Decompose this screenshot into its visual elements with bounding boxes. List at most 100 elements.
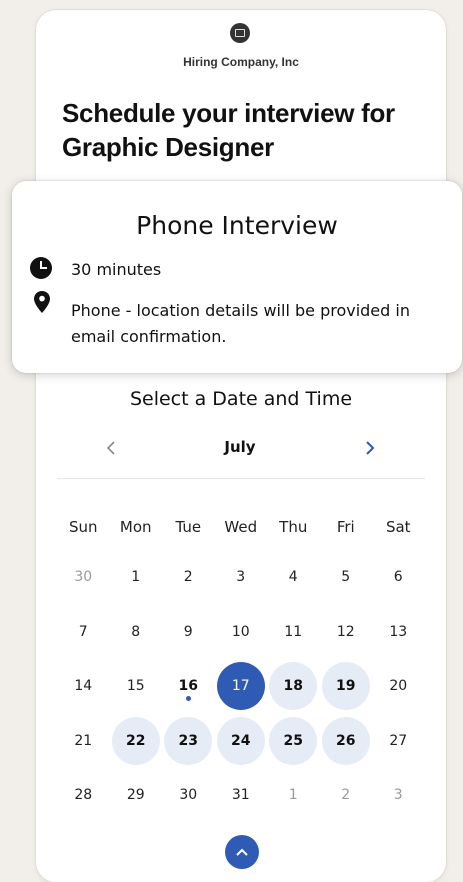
calendar-day: 12: [336, 623, 355, 640]
calendar-day: 13: [389, 623, 408, 640]
available-date[interactable]: 22: [111, 716, 160, 765]
today-date: 16: [178, 678, 198, 695]
calendar-day: 2: [183, 569, 193, 586]
calendar-day: 4: [288, 569, 298, 586]
event-duration: 30 minutes: [71, 260, 162, 279]
calendar-day: 10: [231, 623, 250, 640]
available-date[interactable]: 25: [269, 716, 318, 765]
next-month-button[interactable]: [358, 436, 382, 460]
month-label: July: [224, 438, 256, 456]
calendar-week: 30 1 2 3 4 5 6: [57, 550, 425, 605]
calendar-cell: 30: [162, 768, 215, 823]
weekday-label: Fri: [336, 518, 355, 536]
calendar-cell: 22: [110, 714, 163, 769]
available-date[interactable]: 18: [269, 662, 318, 711]
calendar-cell: 16: [162, 659, 215, 714]
clock-icon: [30, 257, 52, 279]
calendar-day: 3: [393, 787, 403, 804]
calendar-day: 1: [288, 787, 298, 804]
calendar-week: 7 8 9 10 11 12 13: [57, 605, 425, 660]
calendar-week: 21 22 23 24 25 26 27: [57, 714, 425, 769]
building-icon: [230, 23, 250, 43]
calendar-cell: 7: [57, 605, 110, 660]
chevron-left-icon: [106, 441, 115, 455]
calendar-cell: 17: [215, 659, 268, 714]
calendar-day: 31: [231, 787, 250, 804]
calendar-week: 14 15 16 17 18 19 20: [57, 659, 425, 714]
calendar-cell: 2: [162, 550, 215, 605]
calendar-week: 28 29 30 31 1 2 3: [57, 768, 425, 823]
weekday-label: Wed: [224, 518, 258, 536]
calendar-cell: 10: [215, 605, 268, 660]
event-location: Phone - location details will be provide…: [71, 301, 410, 346]
calendar-cell: 30: [57, 550, 110, 605]
available-date[interactable]: 23: [164, 716, 213, 765]
calendar-day: 7: [78, 623, 88, 640]
calendar-cell: 25: [267, 714, 320, 769]
calendar-day: 20: [389, 678, 408, 695]
calendar-cell: 19: [320, 659, 373, 714]
weekday-header: Sun Mon Tue Wed Thu Fri Sat: [57, 518, 425, 536]
selected-date[interactable]: 17: [216, 662, 265, 711]
calendar-day: 30: [74, 569, 93, 586]
calendar-day: 5: [341, 569, 351, 586]
event-title: Phone Interview: [136, 211, 338, 240]
previous-month-button[interactable]: [99, 436, 123, 460]
calendar-day: 27: [389, 732, 408, 749]
calendar-cell: 31: [215, 768, 268, 823]
weekday-label: Thu: [279, 518, 308, 536]
calendar-cell: 5: [320, 550, 373, 605]
calendar-cell: 29: [110, 768, 163, 823]
company-name: Hiring Company, Inc: [183, 55, 299, 69]
calendar-cell: 18: [267, 659, 320, 714]
calendar-cell: 24: [215, 714, 268, 769]
calendar-day: 9: [183, 623, 193, 640]
calendar-cell: 2: [320, 768, 373, 823]
available-date[interactable]: 26: [321, 716, 370, 765]
calendar-cell: 21: [57, 714, 110, 769]
calendar-cell: 15: [110, 659, 163, 714]
chevron-right-icon: [366, 441, 375, 455]
today-indicator-dot: [185, 696, 191, 701]
calendar-day: 6: [393, 569, 403, 586]
calendar-cell: 26: [320, 714, 373, 769]
chevron-up-icon: [236, 848, 248, 856]
calendar-cell: 8: [110, 605, 163, 660]
weekday-label: Mon: [119, 518, 152, 536]
calendar-cell: 28: [57, 768, 110, 823]
weekday-label: Tue: [175, 518, 202, 536]
calendar-day: 8: [131, 623, 141, 640]
weekday-label: Sun: [68, 518, 98, 536]
calendar-cell: 14: [57, 659, 110, 714]
weekday-label: Sat: [385, 518, 411, 536]
calendar-day: 30: [179, 787, 198, 804]
calendar-day: 28: [74, 787, 93, 804]
location-pin-icon: [34, 291, 50, 313]
calendar-cell: 1: [267, 768, 320, 823]
calendar-day: 21: [74, 732, 93, 749]
calendar-cell: 9: [162, 605, 215, 660]
calendar-day: 11: [284, 623, 303, 640]
calendar-cell: 3: [372, 768, 425, 823]
calendar-cell: 13: [372, 605, 425, 660]
calendar-day: 3: [236, 569, 246, 586]
calendar-cell: 27: [372, 714, 425, 769]
calendar-cell: 12: [320, 605, 373, 660]
collapse-button[interactable]: [225, 835, 259, 869]
calendar-title: Select a Date and Time: [129, 388, 353, 410]
page-title: Schedule your interview for Graphic Desi…: [62, 98, 395, 162]
event-details-card: Phone Interview 30 minutes Phone - locat…: [12, 181, 462, 373]
calendar-cell: 23: [162, 714, 215, 769]
calendar-cell: 1: [110, 550, 163, 605]
calendar-day: 29: [126, 787, 145, 804]
calendar-cell: 20: [372, 659, 425, 714]
calendar-day: 14: [74, 678, 93, 695]
available-date[interactable]: 24: [216, 716, 265, 765]
calendar-cell: 11: [267, 605, 320, 660]
calendar-grid: 30 1 2 3 4 5 6 7 8 9 10 11 12 13 14 15 16 17 18 19 20 21 22 23 2…: [57, 550, 425, 823]
divider: [57, 478, 425, 479]
available-date[interactable]: 19: [321, 662, 370, 711]
calendar-day: 2: [341, 787, 351, 804]
calendar-cell: 3: [215, 550, 268, 605]
calendar-day: 1: [131, 569, 141, 586]
